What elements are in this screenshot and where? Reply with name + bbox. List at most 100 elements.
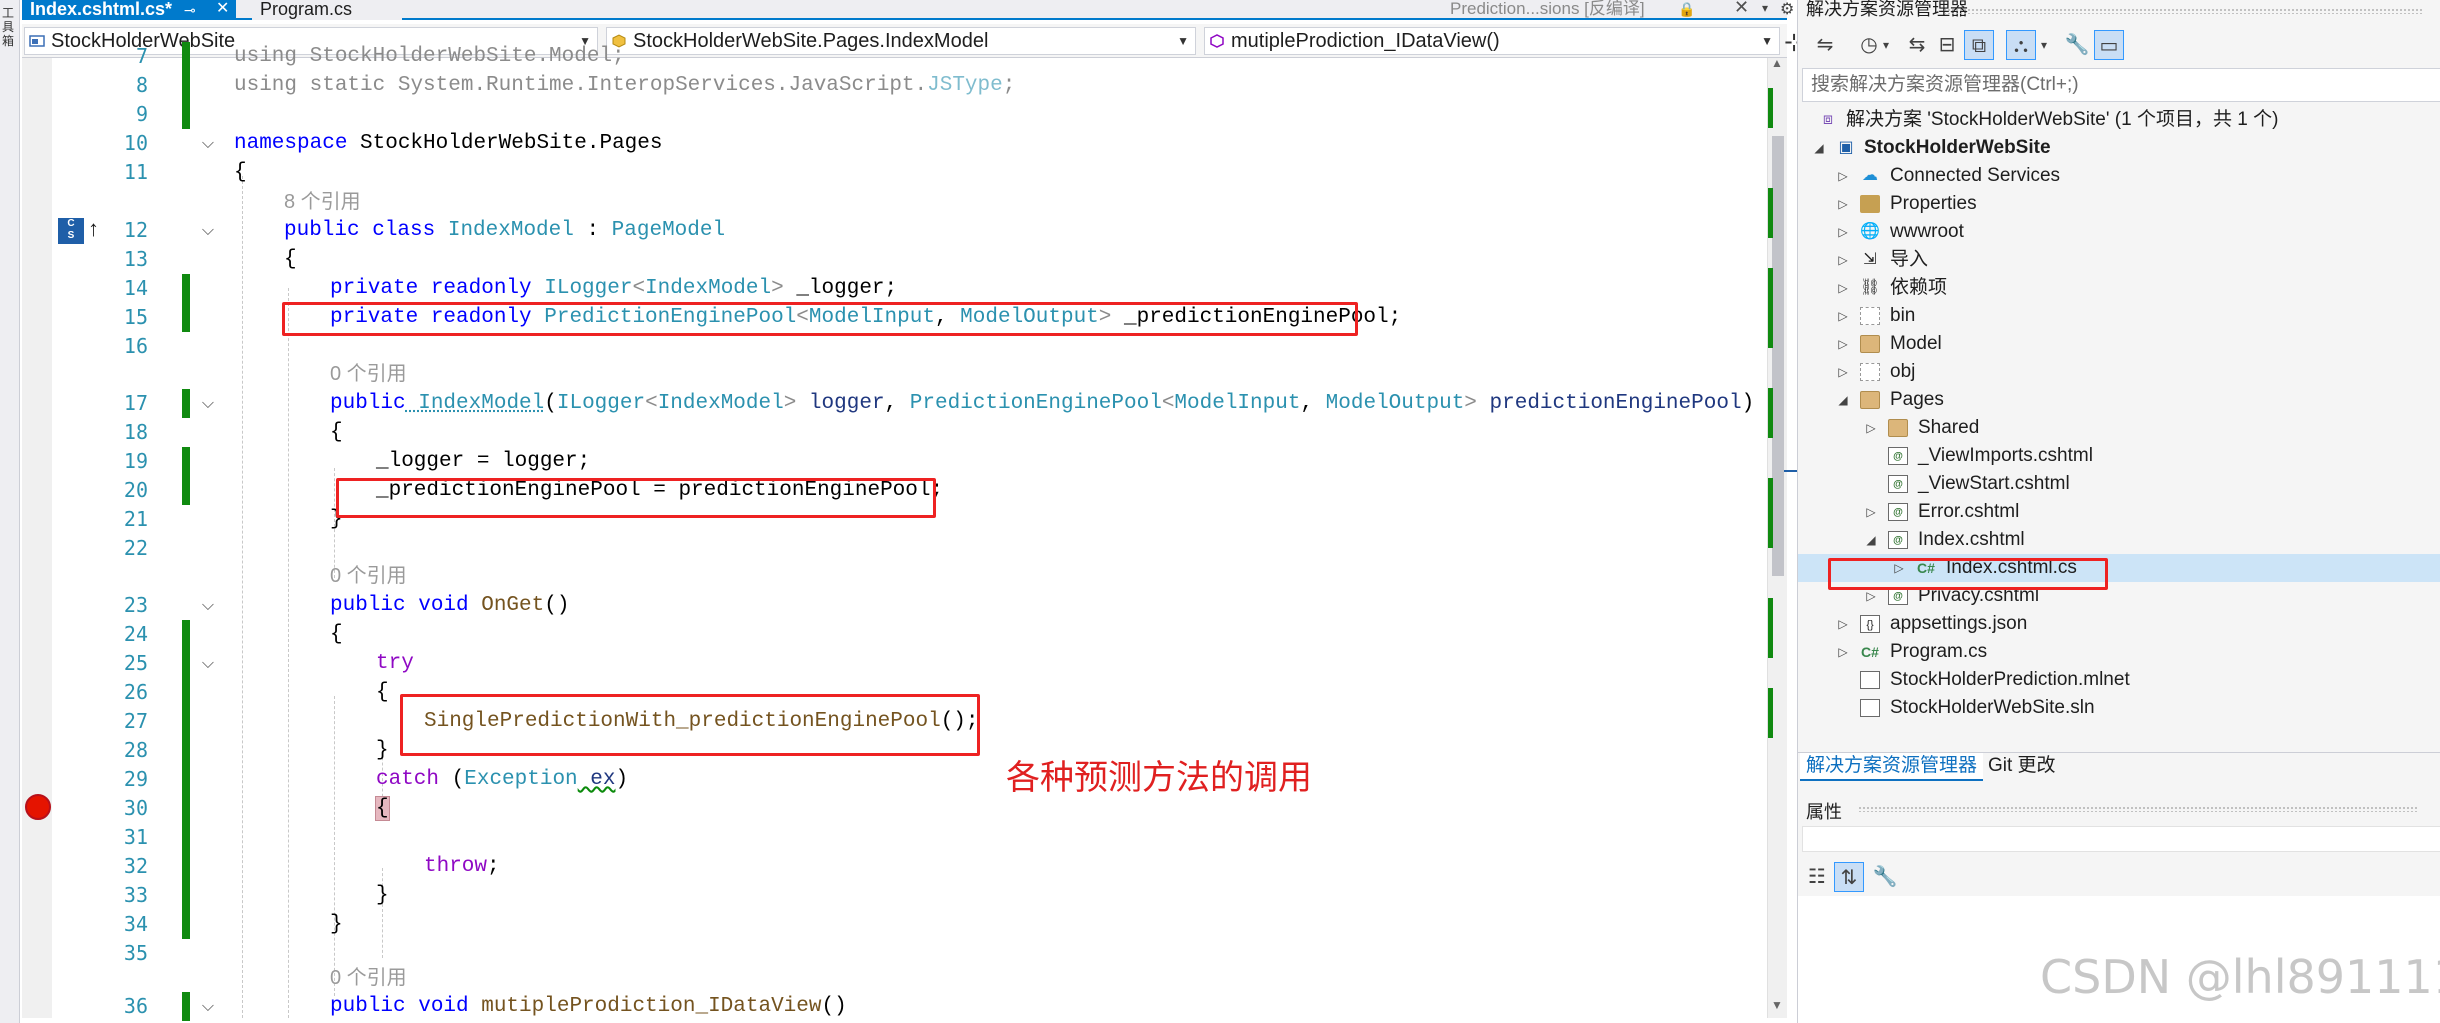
tree-item-error[interactable]: ▷ @ Error.cshtml (1798, 498, 2440, 526)
tree-item-label: Program.cs (1890, 641, 1988, 662)
collapsed-icon[interactable]: ▷ (1836, 190, 1850, 218)
tree-item-wwwroot[interactable]: ▷ 🌐 wwwroot (1798, 218, 2440, 246)
expanded-icon[interactable]: ◢ (1836, 386, 1850, 414)
solution-icon: ⧈ (1822, 111, 1834, 128)
change-bar (182, 620, 190, 649)
codelens-references[interactable]: 0 个引用 (330, 964, 407, 993)
codelens-references[interactable]: 8 个引用 (284, 188, 361, 217)
collapsed-icon[interactable]: ▷ (1836, 246, 1850, 274)
change-marker (1768, 688, 1773, 738)
sync-icon[interactable]: ⇆ (1902, 30, 1932, 60)
switch-views-icon[interactable]: ⇋ (1810, 30, 1840, 60)
codelens-references[interactable]: 0 个引用 (330, 360, 407, 389)
change-bar (182, 42, 190, 71)
scrollbar-thumb[interactable] (1772, 136, 1784, 576)
alphabetical-icon[interactable]: ⇅ (1834, 862, 1864, 892)
tree-item-connected-services[interactable]: ▷ ☁ Connected Services (1798, 162, 2440, 190)
close-icon[interactable]: ✕ (1734, 0, 1749, 16)
search-input[interactable]: 搜索解决方案资源管理器(Ctrl+;) (1802, 68, 2440, 102)
chevron-down-icon[interactable]: ▾ (2036, 30, 2052, 60)
collapsed-icon[interactable]: ▷ (1836, 358, 1850, 386)
expanded-icon[interactable]: ◢ (1864, 526, 1878, 554)
tree-item-label: StockHolderWebSite (1864, 137, 2051, 158)
tab-prediction-decompiled[interactable]: Prediction...sions [反编译] 🔒 ✕ (1450, 0, 1749, 20)
panel-grip[interactable] (1943, 8, 2423, 14)
tree-item-viewimports[interactable]: @ _ViewImports.cshtml (1798, 442, 2440, 470)
toolbox-label: 工具箱 (2, 6, 15, 48)
scroll-down-icon[interactable]: ▼ (1771, 998, 1783, 1012)
collapsed-icon[interactable]: ▷ (1864, 414, 1878, 442)
categorized-icon[interactable]: ☷ (1802, 862, 1832, 892)
codelens-references[interactable]: 0 个引用 (330, 562, 407, 591)
tree-item-properties[interactable]: ▷ Properties (1798, 190, 2440, 218)
tab-git-changes[interactable]: Git 更改 (1982, 753, 2062, 781)
collapsed-icon[interactable]: ▷ (1864, 498, 1878, 526)
tree-item-dependencies[interactable]: ▷ ⛓ 依赖项 (1798, 274, 2440, 302)
tree-item-appsettings[interactable]: ▷ {} appsettings.json (1798, 610, 2440, 638)
properties-wrench-icon[interactable]: 🔧 (2062, 30, 2092, 60)
collapse-all-icon[interactable]: ⊟ (1932, 30, 1962, 60)
tree-item-label: _ViewImports.cshtml (1918, 445, 2093, 466)
fold-icon[interactable]: ⌵ (198, 992, 218, 1021)
fold-icon[interactable]: ⌵ (198, 129, 218, 158)
tree-item-model[interactable]: ▷ Model (1798, 330, 2440, 358)
filter-icon[interactable]: ⛬ (2006, 30, 2036, 60)
tree-item-label: Properties (1890, 193, 1977, 214)
code-text: { (330, 623, 343, 646)
tree-item-label: 导入 (1890, 249, 1929, 270)
wrench-icon[interactable]: 🔧 (1870, 862, 1900, 892)
change-bar (182, 992, 190, 1021)
tree-item-sln[interactable]: StockHolderWebSite.sln (1798, 694, 2440, 722)
line-number: 10 (123, 131, 148, 155)
fold-icon[interactable]: ⌵ (198, 649, 218, 678)
tree-item-obj[interactable]: ▷ obj (1798, 358, 2440, 386)
fold-icon[interactable]: ⌵ (198, 389, 218, 418)
pin-icon[interactable]: ⊸ (184, 1, 196, 19)
tree-item-import[interactable]: ▷ ⇲ 导入 (1798, 246, 2440, 274)
code-text: namespace StockHolderWebSite.Pages (234, 132, 663, 155)
panel-tabs: 解决方案资源管理器 Git 更改 (1798, 752, 2440, 781)
tree-item-mlnet[interactable]: StockHolderPrediction.mlnet (1798, 666, 2440, 694)
close-icon[interactable]: ✕ (216, 0, 229, 18)
file-icon (1860, 671, 1880, 689)
toolbox-strip[interactable]: 工具箱 (0, 0, 20, 1023)
line-number: 7 (135, 44, 148, 68)
chevron-down-icon[interactable]: ▾ (1762, 1, 1768, 15)
scroll-up-icon[interactable]: ▲ (1771, 56, 1783, 70)
expanded-icon[interactable]: ◢ (1812, 134, 1826, 162)
tree-item-index-cshtml[interactable]: ◢ @ Index.cshtml (1798, 526, 2440, 554)
tab-index-cshtml-cs[interactable]: Index.cshtml.cs* ⊸ ✕ (22, 0, 236, 20)
editor-scrollbar[interactable]: ▲ ▼ (1767, 56, 1787, 1018)
tree-item-bin[interactable]: ▷ bin (1798, 302, 2440, 330)
collapsed-icon[interactable]: ▷ (1836, 610, 1850, 638)
show-all-files-icon[interactable]: ⧉ (1964, 30, 1994, 60)
properties-object-selector[interactable] (1802, 826, 2440, 852)
gear-icon[interactable]: ⚙ (1780, 0, 1794, 19)
chevron-down-icon[interactable]: ▾ (1878, 30, 1894, 60)
collapsed-icon[interactable]: ▷ (1836, 274, 1850, 302)
change-bar (182, 852, 190, 881)
collapsed-icon[interactable]: ▷ (1836, 302, 1850, 330)
change-bar (182, 823, 190, 852)
code-text: using StockHolderWebSite.Model; (234, 45, 625, 68)
tree-item-viewstart[interactable]: @ _ViewStart.cshtml (1798, 470, 2440, 498)
collapsed-icon[interactable]: ▷ (1836, 162, 1850, 190)
fold-icon[interactable]: ⌵ (198, 216, 218, 245)
tree-item-pages[interactable]: ◢ Pages (1798, 386, 2440, 414)
tree-item-shared[interactable]: ▷ Shared (1798, 414, 2440, 442)
tab-program-cs[interactable]: Program.cs (252, 0, 402, 20)
code-editor[interactable]: CS ↑ 7 using StockHolderWebSite.Model; 8… (22, 42, 1808, 1021)
collapsed-icon[interactable]: ▷ (1836, 330, 1850, 358)
fold-icon[interactable]: ⌵ (198, 591, 218, 620)
code-text: try (376, 652, 414, 675)
properties-title: 属性 (1806, 802, 1842, 822)
tree-item-program[interactable]: ▷ C# Program.cs (1798, 638, 2440, 666)
preview-selected-icon[interactable]: ▭ (2094, 30, 2124, 60)
collapsed-icon[interactable]: ▷ (1836, 638, 1850, 666)
tree-item-solution[interactable]: ⧈ 解决方案 'StockHolderWebSite' (1 个项目，共 1 个… (1798, 106, 2440, 134)
collapsed-icon[interactable]: ▷ (1836, 218, 1850, 246)
tab-solution-explorer[interactable]: 解决方案资源管理器 (1800, 753, 1984, 781)
tree-item-project[interactable]: ◢ ▣ StockHolderWebSite (1798, 134, 2440, 162)
panel-grip[interactable] (1858, 806, 2418, 812)
change-bar (182, 794, 190, 823)
